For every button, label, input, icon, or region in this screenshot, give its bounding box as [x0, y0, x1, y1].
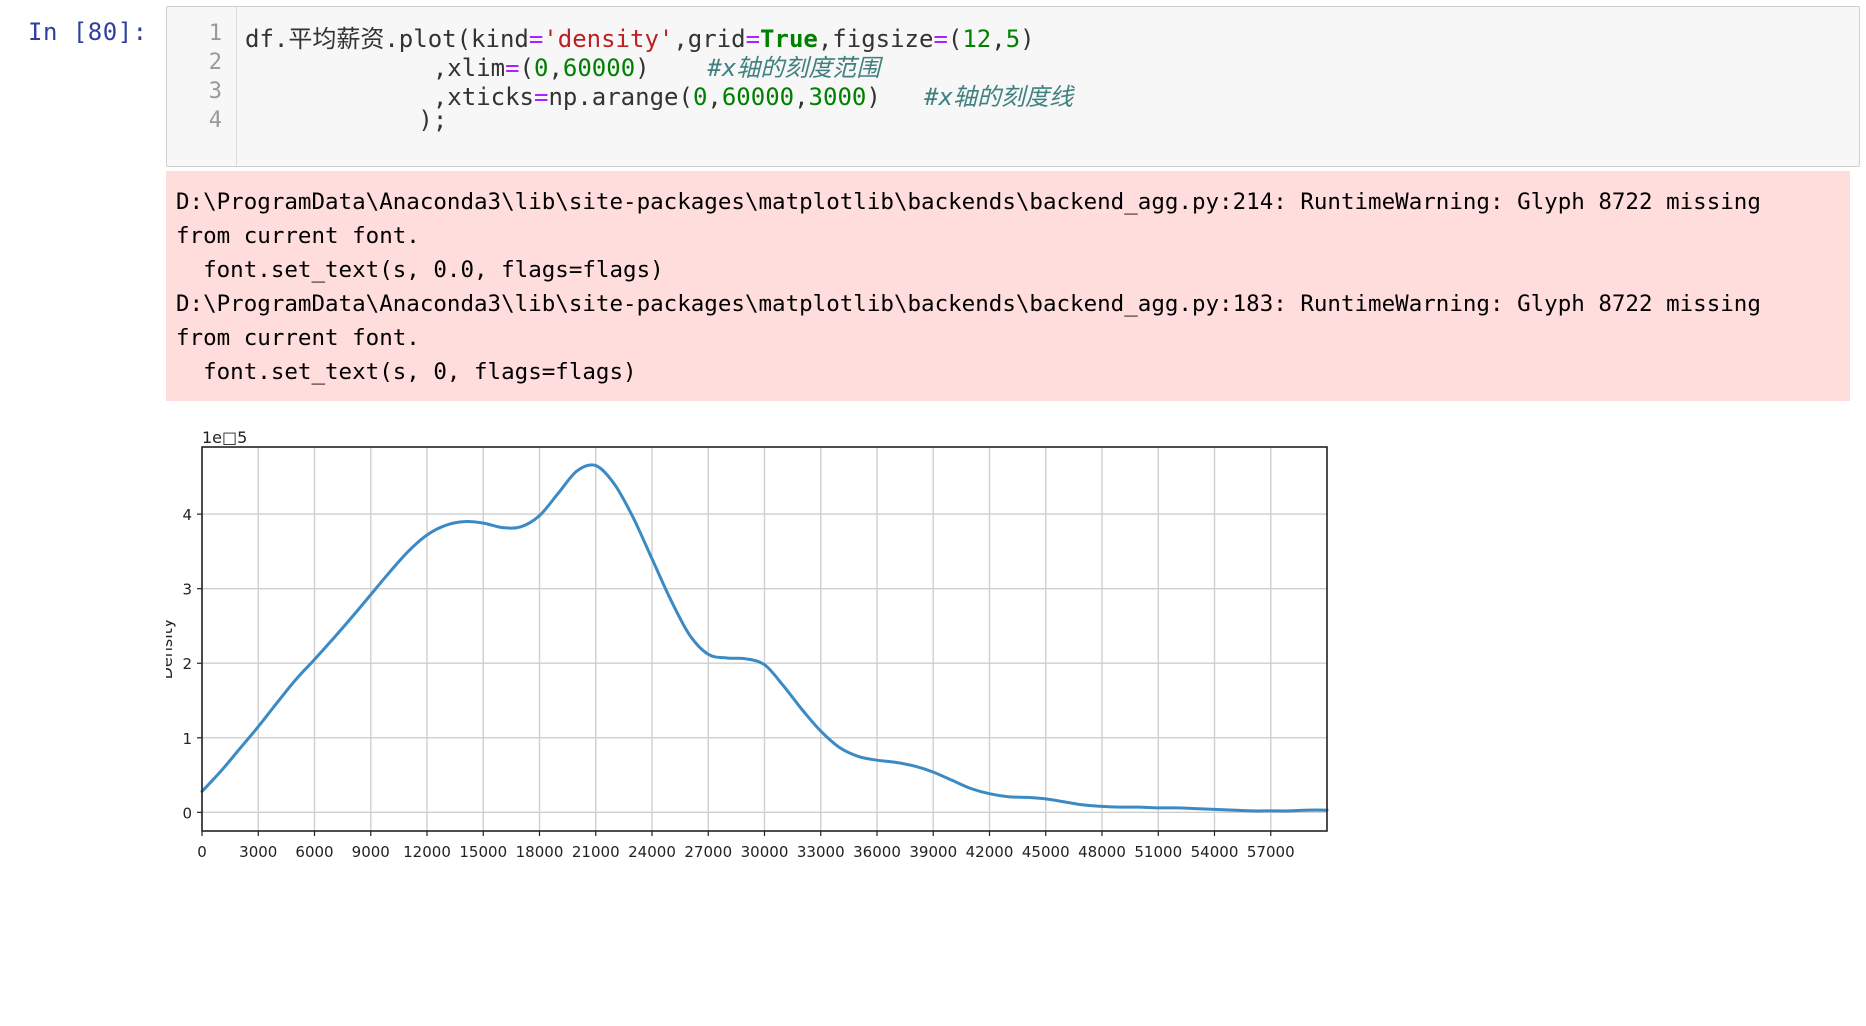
x-tick-label: 54000 — [1191, 843, 1239, 861]
x-tick-label: 36000 — [853, 843, 901, 861]
stderr-line: from current font. — [176, 223, 420, 249]
stderr-output: D:\ProgramData\Anaconda3\lib\site-packag… — [166, 171, 1850, 401]
line-number: 3 — [208, 79, 222, 104]
x-tick-label: 51000 — [1134, 843, 1182, 861]
code-line-4: ); — [245, 106, 448, 134]
line-number: 4 — [208, 108, 222, 133]
x-tick-label: 39000 — [909, 843, 957, 861]
x-tick-label: 30000 — [741, 843, 789, 861]
y-axis-label: Density — [166, 619, 176, 680]
y-tick-label: 3 — [182, 581, 192, 599]
stderr-line: D:\ProgramData\Anaconda3\lib\site-packag… — [176, 291, 1761, 317]
plot-output: 0 1 2 3 4 0 3000 6000 9000 12000 15000 18000 21000 2… — [157, 408, 1666, 1026]
x-tick-label: 45000 — [1022, 843, 1070, 861]
line-number-gutter: 1 2 3 4 — [167, 7, 237, 166]
grid — [201, 447, 1327, 831]
x-tick-label: 57000 — [1247, 843, 1295, 861]
y-tick-label: 1 — [182, 730, 192, 748]
x-tick-label: 48000 — [1078, 843, 1126, 861]
line-number: 2 — [208, 50, 222, 75]
y-tick-label: 4 — [182, 506, 192, 524]
x-tick-label: 21000 — [572, 843, 620, 861]
x-tick-label: 3000 — [239, 843, 277, 861]
x-tick-label: 12000 — [403, 843, 451, 861]
x-ticks: 0 3000 6000 9000 12000 15000 18000 21000 24000 27… — [197, 831, 1295, 861]
y-tick-label: 2 — [182, 655, 192, 673]
line-number: 1 — [208, 21, 222, 46]
stderr-line: font.set_text(s, 0, flags=flags) — [176, 359, 637, 385]
density-chart: 0 1 2 3 4 0 3000 6000 9000 12000 15000 18000 21000 2… — [157, 428, 1329, 861]
stderr-line: D:\ProgramData\Anaconda3\lib\site-packag… — [176, 189, 1761, 215]
offset-text: 1e□5 — [202, 428, 247, 447]
x-tick-label: 18000 — [516, 843, 564, 861]
x-tick-label: 33000 — [797, 843, 845, 861]
x-tick-label: 24000 — [628, 843, 676, 861]
x-tick-label: 9000 — [352, 843, 390, 861]
stderr-line: font.set_text(s, 0.0, flags=flags) — [176, 257, 664, 283]
y-ticks: 0 1 2 3 4 — [182, 506, 202, 822]
code-editor[interactable]: 1 2 3 4 df.平均薪资.plot(kind='density',grid… — [166, 6, 1860, 167]
x-tick-label: 15000 — [459, 843, 507, 861]
x-tick-label: 27000 — [684, 843, 732, 861]
x-tick-label: 42000 — [966, 843, 1014, 861]
y-tick-label: 0 — [182, 804, 192, 822]
stderr-line: from current font. — [176, 325, 420, 351]
cell-prompt: In [80]: — [28, 18, 148, 46]
x-tick-label: 6000 — [295, 843, 333, 861]
x-tick-label: 0 — [197, 843, 207, 861]
